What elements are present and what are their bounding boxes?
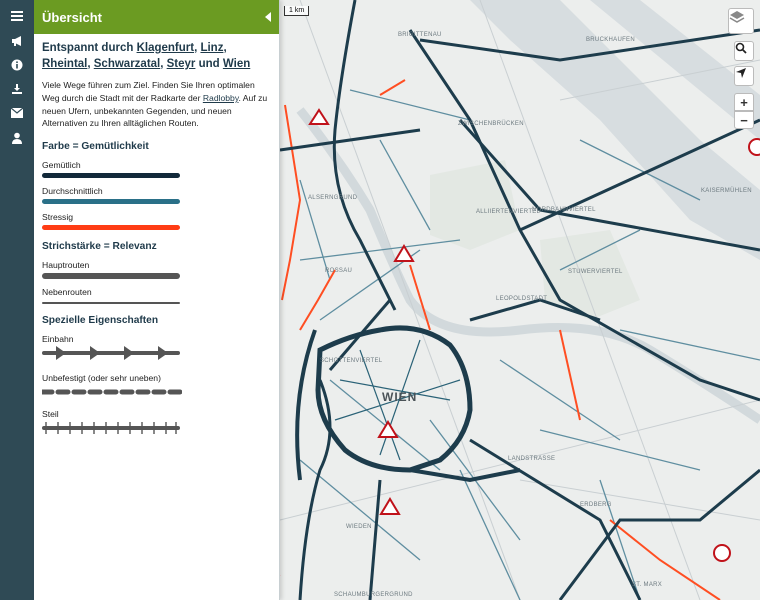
map-label-landstrasse: LANDSTRASSE: [508, 456, 556, 462]
legend-stress-label: Stressig: [42, 212, 74, 223]
app-root: BRIGITTENAU BRUCKHAUFEN ZWISCHENBRÜCKEN …: [0, 0, 760, 600]
panel-body: Entspannt durch Klagenfurt, Linz, Rheint…: [34, 34, 279, 440]
panel-heading: Entspannt durch Klagenfurt, Linz, Rheint…: [42, 40, 271, 72]
download-icon: [11, 83, 23, 98]
tab-info[interactable]: [8, 57, 26, 75]
section-color-title: Farbe = Gemütlichkeit: [42, 141, 149, 153]
section-special-title: Spezielle Eigenschaften: [42, 315, 159, 327]
legend-medium-label: Durchschnittlich: [42, 186, 103, 197]
map-label-schottenviertel: SCHOTTENVIERTEL: [320, 358, 383, 364]
map-label-brigittenau: BRIGITTENAU: [398, 32, 442, 38]
map-label-alliiertenviertel: ALLIIERTENVIERTEL: [476, 209, 541, 215]
zoom-out-button[interactable]: −: [734, 111, 754, 129]
map-label-bruckhaufen: BRUCKHAUFEN: [586, 37, 635, 43]
tab-menu[interactable]: [8, 8, 26, 26]
menu-icon: [11, 10, 23, 24]
map-label-erdberg: ERDBERG: [580, 502, 612, 508]
map-label-leopoldstadt: LEOPOLDSTADT: [496, 296, 548, 302]
map-label-rossau: ROSSAU: [325, 268, 353, 274]
tab-account[interactable]: [8, 130, 26, 148]
zoom-in-button[interactable]: +: [734, 93, 754, 111]
legend-main-label: Hauptrouten: [42, 260, 90, 271]
link-linz[interactable]: Linz: [200, 42, 223, 54]
scale-bar: 1 km: [284, 6, 310, 16]
map-label-stuwerviertel: STUWERVIERTEL: [568, 269, 623, 275]
megaphone-icon: [11, 35, 23, 50]
panel-title: Übersicht: [42, 9, 102, 25]
heading-sep: und: [195, 58, 223, 70]
map-label-city: WIEN: [382, 390, 418, 404]
legend-side-label: Nebenrouten: [42, 287, 92, 298]
legend-oneway-label: Einbahn: [42, 334, 74, 345]
legend-comfy-bar: [42, 173, 180, 179]
heading-prefix: Entspannt durch: [42, 42, 137, 54]
legend-side-bar: [42, 302, 180, 305]
sidebar-tabs: [0, 0, 34, 600]
layers-button[interactable]: [728, 8, 754, 34]
locate-button[interactable]: [734, 66, 754, 86]
heading-sep: ,: [223, 42, 227, 54]
map-label-nordbahnviertel: NORDBAHNVIERTEL: [532, 207, 596, 213]
panel-header: Übersicht: [34, 0, 279, 34]
tab-download[interactable]: [8, 81, 26, 99]
search-button[interactable]: [734, 41, 754, 61]
info-icon: [11, 59, 23, 74]
user-icon: [12, 132, 22, 147]
legend-main-bar: [42, 273, 180, 280]
section-width-title: Strichstärke = Relevanz: [42, 241, 157, 253]
tab-contact[interactable]: [8, 105, 26, 123]
link-rheintal[interactable]: Rheintal: [42, 58, 87, 70]
overview-panel: Übersicht Entspannt durch Klagenfurt, Li…: [34, 0, 280, 600]
mail-icon: [10, 107, 24, 121]
map-label-alserngrund: ALSERNGRUND: [308, 195, 358, 201]
tab-news[interactable]: [8, 33, 26, 51]
collapse-panel-icon[interactable]: [265, 12, 271, 22]
legend-medium-bar: [42, 199, 180, 205]
link-wien[interactable]: Wien: [223, 58, 250, 70]
legend-steep-label: Steil: [42, 409, 59, 420]
intro-text: Viele Wege führen zum Ziel. Finden Sie I…: [42, 79, 271, 130]
map-label-stmarx: ST. MARX: [632, 582, 663, 588]
map-label-schaumburgergrund: SCHAUMBURGERGRUND: [334, 592, 413, 598]
legend-stress-bar: [42, 225, 180, 231]
link-steyr[interactable]: Steyr: [167, 58, 196, 70]
steep-symbol: [42, 422, 180, 435]
link-schwarzatal[interactable]: Schwarzatal: [94, 58, 160, 70]
map-label-zwischenbruecken: ZWISCHENBRÜCKEN: [458, 121, 524, 127]
map-label-wieden: WIEDEN: [346, 524, 372, 530]
oneway-symbol: [42, 346, 180, 361]
unpaved-symbol: [39, 389, 183, 395]
legend-unpaved-label: Unbefestigt (oder sehr uneben): [42, 373, 161, 384]
legend-comfy-label: Gemütlich: [42, 160, 81, 171]
link-radlobby[interactable]: Radlobby: [203, 93, 239, 103]
map-label-kaisermuehlen: KAISERMÜHLEN: [701, 188, 752, 194]
link-klagenfurt[interactable]: Klagenfurt: [137, 42, 195, 54]
